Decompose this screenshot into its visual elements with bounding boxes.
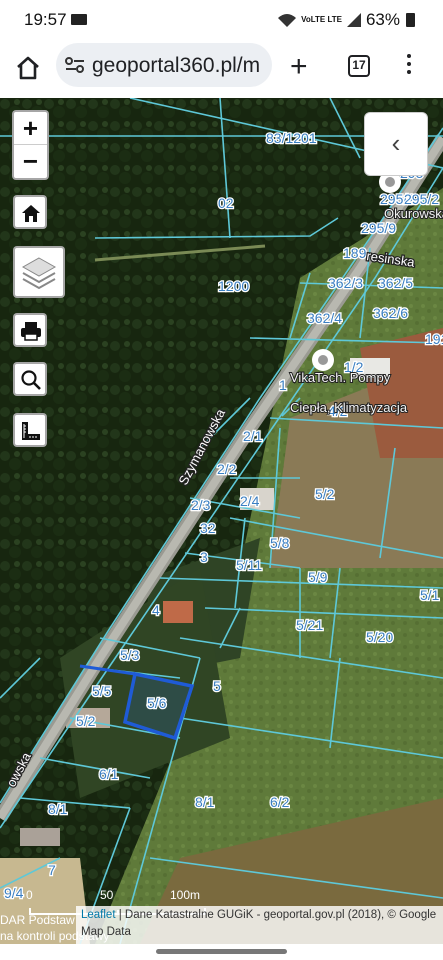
battery-percent: 63%: [365, 10, 400, 29]
parcel-label[interactable]: 295/2: [403, 190, 441, 209]
parcel-label[interactable]: 5/3: [119, 646, 141, 665]
search-button[interactable]: [13, 362, 47, 396]
parcel-label[interactable]: 4: [151, 601, 162, 620]
status-bar: 19:57 VoLTE LTE 63%: [0, 0, 443, 40]
parcel-label[interactable]: 6/1: [98, 765, 120, 784]
parcel-label[interactable]: 362/3: [327, 274, 365, 293]
parcel-label[interactable]: 5/9: [307, 568, 329, 587]
system-navbar: [0, 944, 443, 960]
measure-button[interactable]: [13, 413, 47, 447]
parcel-label[interactable]: 362/5: [377, 274, 415, 293]
layers-icon: [21, 257, 57, 290]
status-indicators: VoLTE LTE 63%: [277, 10, 415, 30]
url-text[interactable]: geoportal360.pl/m: [92, 54, 260, 78]
wifi-icon: [278, 14, 297, 27]
parcel-label[interactable]: 362/6: [372, 304, 410, 323]
satellite-map[interactable]: 83/1201295/1295/2295295/9189021200362/33…: [0, 98, 443, 944]
parcel-label[interactable]: 189: [342, 244, 368, 263]
parcel-label[interactable]: 3: [199, 548, 210, 567]
parcel-label[interactable]: 2/3: [190, 496, 212, 515]
parcel-label[interactable]: 295/9: [360, 219, 398, 238]
parcel-label[interactable]: 5/1: [419, 586, 441, 605]
print-icon: [21, 322, 41, 341]
parcel-label[interactable]: 1: [278, 376, 289, 395]
attribution-text: | Dane Katastralne GUGiK - geoportal.gov…: [81, 909, 437, 938]
battery-icon: [406, 13, 415, 27]
map-marker-icon[interactable]: [312, 349, 334, 371]
map-view[interactable]: 83/1201295/1295/2295295/9189021200362/33…: [0, 98, 443, 944]
home-extent-button[interactable]: [13, 195, 47, 229]
browser-toolbar: geoportal360.pl/m + 17: [0, 40, 443, 98]
parcel-label[interactable]: 5/2: [75, 712, 97, 731]
home-icon: [22, 205, 40, 222]
parcel-label[interactable]: 8/1: [194, 793, 216, 812]
parcel-label[interactable]: 6/2: [269, 793, 291, 812]
parcel-label[interactable]: 362/4: [306, 309, 344, 328]
address-bar[interactable]: geoportal360.pl/m: [56, 43, 272, 87]
new-tab-button[interactable]: +: [290, 52, 308, 82]
place-label: Okurowska: [384, 206, 443, 221]
leaflet-link[interactable]: Leaflet: [81, 909, 116, 921]
zoom-out-button[interactable]: −: [14, 145, 47, 178]
mail-icon: [71, 14, 87, 25]
parcel-label[interactable]: 5/2: [314, 485, 336, 504]
parcel-label[interactable]: 1200: [217, 277, 251, 296]
scale-label: 50: [100, 888, 114, 902]
lte-icon: VoLTE LTE: [301, 15, 342, 24]
place-label: Ciepła, Klimatyzacja: [290, 400, 408, 415]
parcel-label[interactable]: 5/20: [365, 628, 395, 647]
parcel-label[interactable]: 5/11: [235, 556, 264, 575]
print-button[interactable]: [13, 313, 47, 347]
search-icon: [21, 370, 41, 390]
layers-button[interactable]: [13, 246, 65, 298]
zoom-in-button[interactable]: +: [14, 112, 47, 145]
parcel-label[interactable]: 5/5: [91, 682, 113, 701]
home-icon[interactable]: [14, 54, 42, 82]
parcel-label[interactable]: 32: [199, 519, 217, 538]
scale-label: 0: [26, 888, 33, 902]
parcel-label[interactable]: 5/21: [295, 616, 325, 635]
map-attribution: Leaflet | Dane Katastralne GUGiK - geopo…: [76, 906, 443, 944]
place-label: VikaTech. Pompy: [290, 370, 391, 385]
parcel-label[interactable]: 2/1: [242, 427, 264, 446]
scale-label: 100m: [170, 888, 201, 902]
parcel-label[interactable]: 2/4: [239, 492, 261, 511]
parcel-label[interactable]: 02: [217, 194, 235, 213]
parcel-label[interactable]: 5/8: [269, 534, 291, 553]
signal-icon: [346, 13, 361, 27]
parcel-label[interactable]: 7: [47, 861, 58, 880]
home-gesture-bar[interactable]: [156, 949, 287, 954]
parcel-label[interactable]: 191: [424, 330, 443, 349]
parcel-label[interactable]: 8/1: [47, 800, 69, 819]
tab-switcher-button[interactable]: 17: [348, 55, 370, 77]
browser-menu-button[interactable]: [406, 54, 412, 78]
collapse-panel-button[interactable]: ‹: [364, 112, 428, 176]
parcel-label[interactable]: 5/6: [146, 694, 168, 713]
zoom-control: + −: [12, 110, 49, 180]
parcel-label[interactable]: 83/1201: [265, 129, 318, 148]
parcel-label[interactable]: 5: [212, 677, 223, 696]
status-time: 19:57: [24, 10, 67, 29]
measure-icon: [22, 422, 40, 440]
parcel-label[interactable]: 2/2: [216, 460, 238, 479]
site-settings-icon[interactable]: [64, 56, 86, 74]
